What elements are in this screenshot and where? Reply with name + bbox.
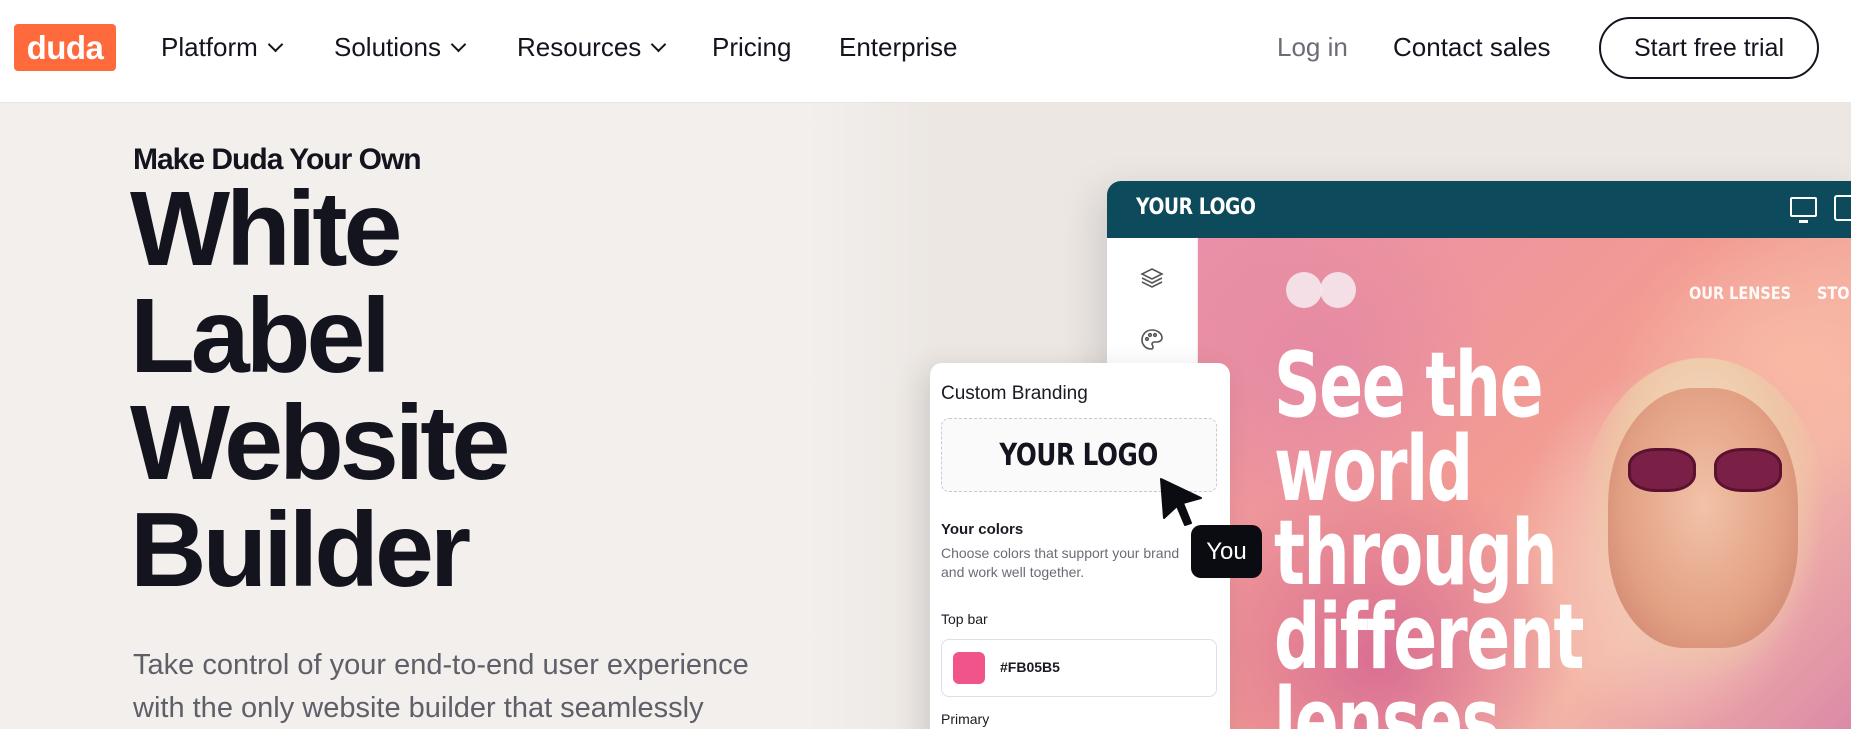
site-nav-lenses[interactable]: OUR LENSES [1689, 284, 1791, 304]
top-bar-color-field[interactable]: #FB05B5 [941, 639, 1217, 697]
editor-top-bar: YOUR LOGO [1107, 181, 1851, 238]
headline-line: Label [130, 277, 391, 395]
hero-headline: White Label Website Builder [130, 170, 510, 609]
site-hero-line: through [1274, 501, 1558, 606]
site-hero-headline: See the world through different lenses [1274, 333, 1584, 729]
panel-title: Custom Branding [941, 383, 1088, 404]
cursor-arrow-icon [1160, 478, 1202, 526]
site-nav-store[interactable]: STO [1817, 284, 1850, 304]
contact-sales-link[interactable]: Contact sales [1393, 32, 1551, 63]
layers-icon[interactable] [1140, 266, 1164, 290]
top-bar-hex-value: #FB05B5 [1000, 659, 1060, 675]
color-swatch[interactable] [953, 652, 985, 684]
sunglasses-shape [1628, 448, 1788, 498]
colors-heading: Your colors [941, 521, 1024, 538]
headline-line: White [130, 170, 402, 288]
nav-resources-label: Resources [517, 32, 642, 62]
headline-line: Builder [130, 491, 471, 609]
custom-branding-panel: Custom Branding YOUR LOGO Your colors Ch… [930, 363, 1230, 729]
start-free-trial-button[interactable]: Start free trial [1599, 17, 1819, 79]
tablet-icon[interactable] [1834, 195, 1851, 221]
chevron-down-icon [267, 36, 284, 53]
nav-enterprise[interactable]: Enterprise [839, 32, 958, 63]
chevron-down-icon [450, 36, 467, 53]
hero-subtext: Take control of your end-to-end user exp… [133, 644, 833, 729]
website-hero-image: OUR LENSES STO See the world through dif… [1198, 238, 1851, 729]
nav-pricing[interactable]: Pricing [712, 32, 791, 63]
headline-line: Website [130, 384, 510, 502]
primary-label: Primary [941, 711, 990, 727]
site-hero-line: different [1274, 585, 1584, 690]
nav-resources[interactable]: Resources [517, 32, 667, 63]
top-nav: duda Platform Solutions Resources Pricin… [0, 0, 1851, 103]
palette-icon[interactable] [1140, 328, 1164, 352]
site-hero-line: See the [1274, 333, 1544, 438]
nav-platform[interactable]: Platform [161, 32, 284, 63]
collaborator-cursor-tag: You [1191, 525, 1262, 578]
nav-platform-label: Platform [161, 32, 258, 62]
face-shape [1608, 388, 1798, 648]
colors-description: Choose colors that support your brand an… [941, 544, 1226, 582]
duda-logo[interactable]: duda [14, 24, 116, 71]
subtext-line: with the only website builder that seaml… [133, 692, 704, 724]
nav-solutions-label: Solutions [334, 32, 441, 62]
subtext-line: Take control of your end-to-end user exp… [133, 649, 749, 681]
nav-solutions[interactable]: Solutions [334, 32, 467, 63]
logo-placeholder: YOUR LOGO [999, 437, 1159, 473]
monitor-icon[interactable] [1790, 197, 1817, 223]
site-hero-line: world [1274, 417, 1473, 522]
chevron-down-icon [651, 36, 667, 53]
colors-description-line: and work well together. [941, 564, 1085, 580]
lens-brand-logo [1286, 272, 1356, 308]
top-bar-label: Top bar [941, 611, 988, 627]
colors-description-line: Choose colors that support your brand [941, 545, 1180, 561]
editor-logo: YOUR LOGO [1136, 195, 1256, 220]
login-link[interactable]: Log in [1277, 32, 1348, 63]
